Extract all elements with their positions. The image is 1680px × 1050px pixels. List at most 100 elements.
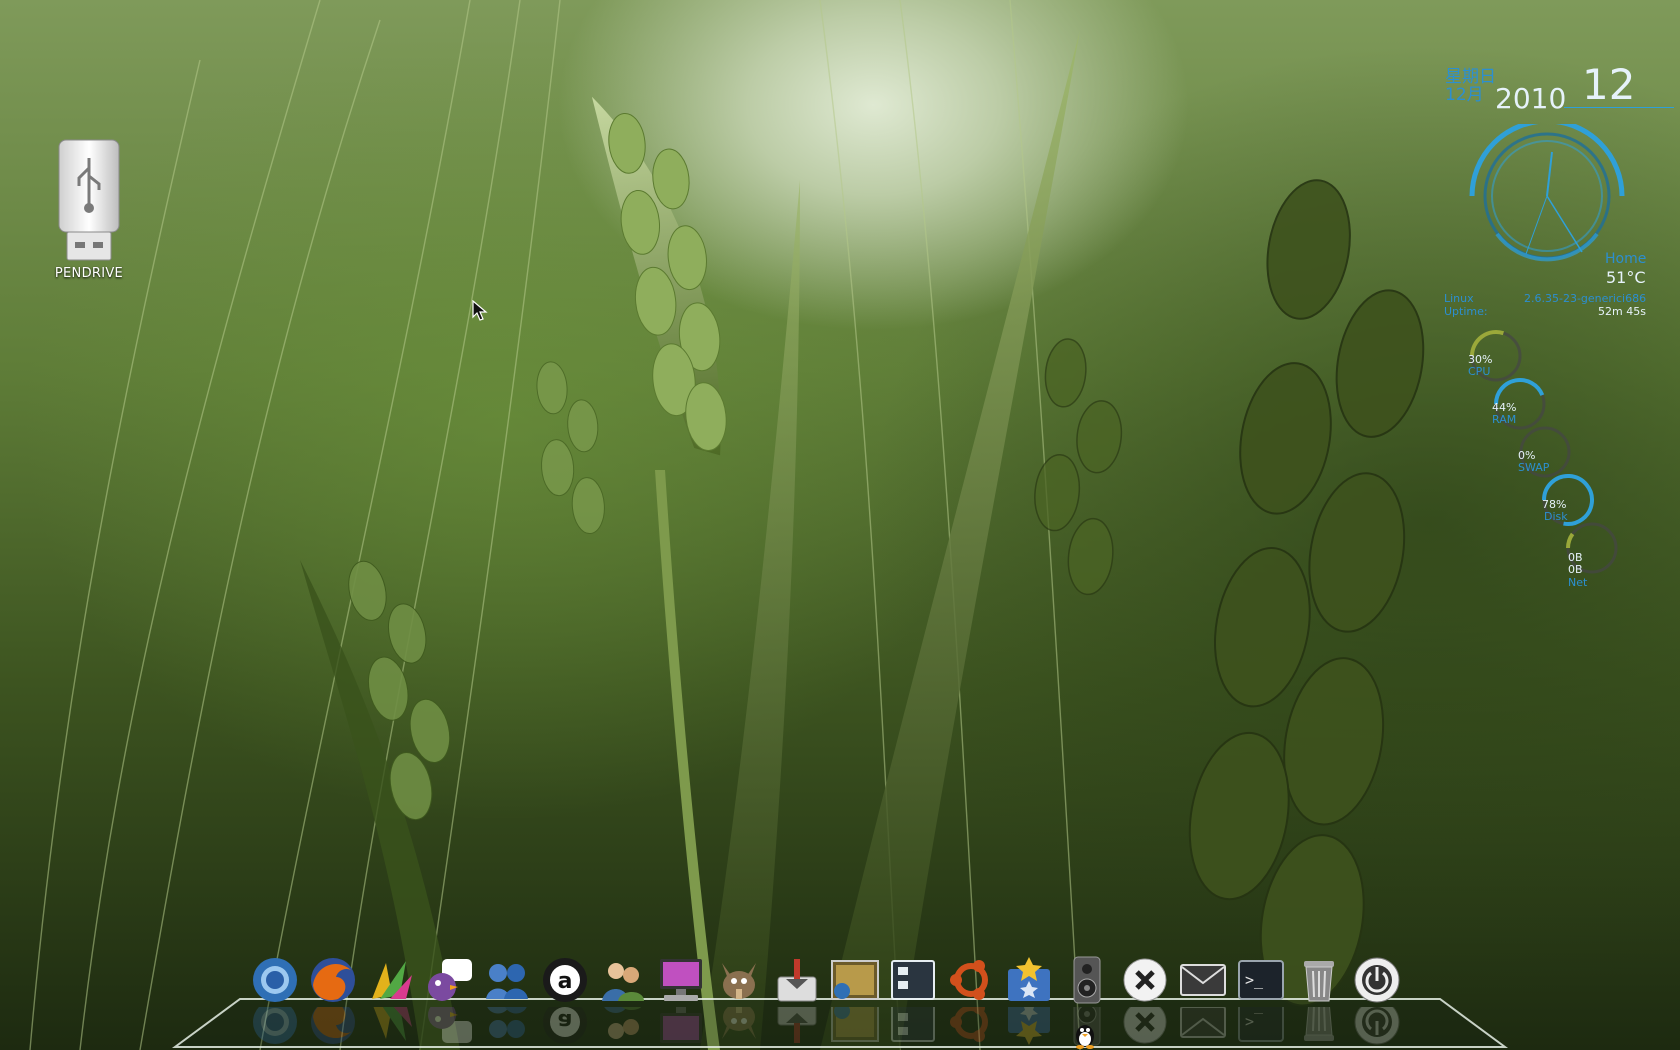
dock-reflection-image [660,1007,702,1043]
dock-reflection [1352,1007,1402,1047]
uptime-value: 52m 45s [1598,305,1646,318]
dock-item-inkscape[interactable] [366,955,416,1041]
dock-reflection [714,1007,764,1047]
usb-drive-icon [58,139,120,261]
dock-reflection-image [1354,1007,1400,1045]
dock-reflection [772,1007,822,1047]
dock-reflection [482,1007,532,1047]
dock-item-trash[interactable] [1294,955,1344,1041]
dock-reflection [250,1007,300,1047]
dock-item-ubuntu[interactable] [946,955,996,1042]
dock-reflection [424,1007,474,1047]
photo-viewer-icon [831,960,879,1000]
dock-item-empathy[interactable] [482,955,532,1038]
mouse-cursor [472,300,488,321]
conky-widget: 星期日 12月 2010 12 Home 51°C Linux 2.6.35-2… [1430,58,1680,608]
date-divider [1564,107,1674,108]
dock-item-gimp[interactable] [714,955,764,1039]
dock-item-amarok[interactable]: a a [540,955,590,1044]
analog-clock [1469,124,1625,262]
gauge-fill [1566,532,1575,549]
dock-item-chromium[interactable] [250,955,300,1044]
close-icon [1123,958,1167,1002]
dock-reflection: >_ [1236,1007,1286,1047]
dock-reflection-image: >_ [1238,1007,1284,1042]
dock-reflection-image [777,1007,817,1043]
dock-reflection-image [602,1007,644,1039]
dock-item-pidgin[interactable] [424,955,474,1043]
os-name: Linux [1444,292,1474,305]
dock-item-bookmarks[interactable] [1004,955,1054,1045]
dock-reflection-image [372,1007,412,1041]
mail-icon [1180,964,1226,996]
dock-item-photo-viewer[interactable] [830,955,880,1042]
amarok-icon: a [543,958,587,1002]
dock-reflection-image [311,1007,355,1044]
dock-reflection-image [831,1007,879,1042]
dock-item-close[interactable] [1120,955,1170,1044]
dock-item-speaker[interactable] [1062,955,1112,1046]
uptime-label: Uptime: [1444,305,1488,318]
power-icon [1354,957,1400,1003]
ram-label: RAM [1492,413,1517,426]
desktop-icon-label: PENDRIVE [54,266,124,281]
dock-reflection-image [428,1007,472,1043]
net-label: Net [1568,576,1588,589]
dock-reflection-image [1008,1007,1050,1045]
svg-text:a: a [558,1008,573,1033]
dock-reflection-image [1180,1007,1226,1038]
trash-icon [1304,961,1334,1002]
dock-item-terminal[interactable]: >_ >_ [1236,955,1286,1042]
svg-text:>_: >_ [1245,1013,1264,1031]
dock-reflection-image: a [543,1007,587,1044]
dock-reflection-image [950,1007,988,1042]
speaker-icon [1073,956,1101,1004]
ubuntu-icon [950,960,988,1000]
svg-text:a: a [558,969,573,994]
bookmarks-icon [1008,957,1050,1001]
dock-item-file-manager[interactable] [888,955,938,1042]
desktop-icon-pendrive[interactable]: PENDRIVE [44,138,134,281]
dock-reflection [888,1007,938,1047]
dock-reflection-image [722,1007,756,1039]
dock-reflection-image [891,1007,935,1042]
pidgin-icon [428,959,472,1001]
installer-icon [777,959,817,1002]
inkscape-icon [372,961,412,999]
file-manager-icon [891,960,935,1000]
dock-reflection [1120,1007,1170,1047]
clock-label: Home [1605,251,1647,267]
dock-reflection-image [486,1007,528,1038]
svg-text:>_: >_ [1245,971,1264,989]
firefox-icon [311,958,355,1002]
dock-item-users[interactable] [598,955,648,1039]
dock-reflection-image [1304,1007,1334,1041]
dock-item-mail[interactable] [1178,955,1228,1038]
year: 2010 [1495,82,1567,115]
tux-icon [1076,1025,1094,1049]
dock-reflection: a [540,1007,590,1047]
dock-item-installer[interactable] [772,955,822,1043]
cpu-label: CPU [1468,365,1491,378]
temperature: 51°C [1606,268,1646,287]
month: 12月 [1445,85,1484,105]
dock-reflection-image [253,1007,297,1044]
dock-item-power[interactable] [1352,955,1402,1045]
dock-reflection-image [1123,1007,1167,1044]
terminal-icon: >_ [1238,960,1284,1000]
dock-reflection [656,1007,706,1047]
dock: a a >_ >_ [170,955,1510,1050]
dock-item-firefox[interactable] [308,955,358,1044]
dock-reflection [1004,1007,1054,1047]
net-down-value: 0B [1568,563,1583,576]
user-accounts-icon [602,963,644,1001]
dock-reflection [830,1007,880,1047]
dock-reflection [598,1007,648,1047]
dock-reflection [946,1007,996,1047]
gimp-icon [722,963,756,999]
dock-reflection [1178,1007,1228,1047]
dock-item-display[interactable] [656,955,706,1043]
dock-reflection [366,1007,416,1047]
empathy-icon [486,964,528,999]
dock-reflection [308,1007,358,1047]
